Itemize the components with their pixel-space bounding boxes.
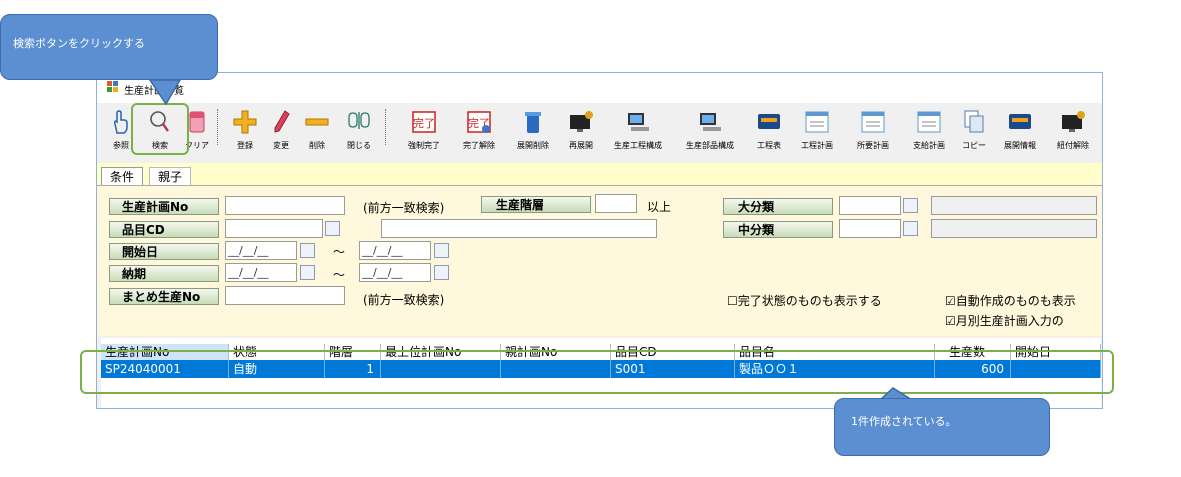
callout-top-pointer [148,79,182,106]
callout-top: 検索ボタンをクリックする [0,14,218,80]
callout-bottom-text: 1件作成されている。 [851,415,957,428]
callout-top-text: 検索ボタンをクリックする [13,37,145,50]
callout-bottom: 1件作成されている。 [834,398,1050,456]
